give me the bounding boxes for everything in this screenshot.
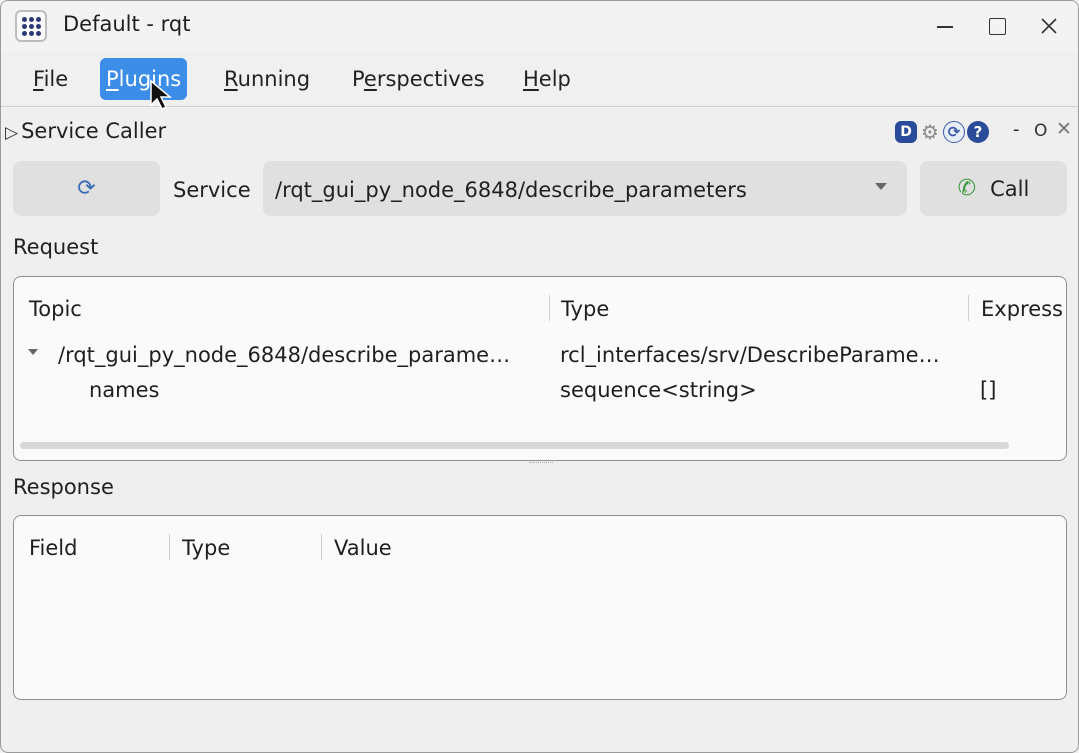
- request-field-type[interactable]: sequence<string>: [560, 378, 757, 402]
- response-tree[interactable]: Field Type Value: [13, 515, 1067, 700]
- menu-file[interactable]: File: [27, 58, 74, 100]
- refresh-icon: ⟳: [77, 176, 96, 201]
- close-icon: [1041, 18, 1057, 34]
- request-field-name[interactable]: names: [89, 378, 160, 402]
- maximize-button[interactable]: [977, 9, 1017, 43]
- column-divider[interactable]: [321, 534, 322, 560]
- menu-perspectives[interactable]: Perspectives: [346, 58, 491, 100]
- menu-running[interactable]: Running: [218, 58, 316, 100]
- column-divider[interactable]: [169, 534, 170, 560]
- close-window-button[interactable]: [1029, 9, 1069, 43]
- chevron-down-icon: [875, 183, 887, 190]
- request-field-expression[interactable]: []: [980, 378, 996, 402]
- request-label: Request: [13, 235, 99, 259]
- d-icon[interactable]: D: [895, 121, 917, 143]
- refresh-services-button[interactable]: ⟳: [13, 161, 160, 216]
- plugin-header-icons: D ⚙ ⟳ ?: [895, 119, 989, 145]
- call-button-label: Call: [990, 176, 1030, 201]
- title-bar: Default - rqt: [1, 1, 1078, 51]
- help-icon[interactable]: ?: [967, 121, 989, 143]
- minimize-button[interactable]: [925, 9, 965, 43]
- minimize-icon: [937, 26, 953, 28]
- splitter-handle[interactable]: [529, 462, 553, 465]
- mouse-cursor-icon: [150, 79, 173, 111]
- rqt-app-icon: [15, 10, 47, 42]
- rqt-window: Default - rqt File Running Perspectives …: [0, 0, 1079, 753]
- request-row-type[interactable]: rcl_interfaces/srv/DescribeParame…: [560, 343, 940, 367]
- service-combobox-value: /rqt_gui_py_node_6848/describe_parameter…: [275, 178, 747, 202]
- call-button[interactable]: ✆ Call: [920, 161, 1067, 216]
- column-header-topic[interactable]: Topic: [29, 297, 82, 321]
- plugin-title[interactable]: ▷ Service Caller: [5, 119, 166, 143]
- column-header-type[interactable]: Type: [182, 536, 230, 560]
- column-header-field[interactable]: Field: [29, 536, 77, 560]
- column-header-expression[interactable]: Express: [981, 297, 1063, 321]
- plugin-close-button[interactable]: ✕: [1056, 118, 1072, 140]
- request-tree[interactable]: Topic Type Express /rqt_gui_py_node_6848…: [13, 276, 1067, 461]
- service-combobox[interactable]: /rqt_gui_py_node_6848/describe_parameter…: [263, 161, 907, 216]
- gear-icon[interactable]: ⚙: [919, 120, 941, 144]
- column-header-value[interactable]: Value: [334, 536, 392, 560]
- window-title: Default - rqt: [63, 12, 191, 36]
- column-divider[interactable]: [968, 295, 969, 321]
- plugin-float-button[interactable]: O: [1034, 121, 1047, 141]
- response-label: Response: [13, 475, 114, 499]
- horizontal-scrollbar[interactable]: [20, 442, 1009, 449]
- refresh-icon[interactable]: ⟳: [943, 121, 965, 143]
- menu-help[interactable]: Help: [517, 58, 577, 100]
- column-divider[interactable]: [549, 295, 550, 321]
- expand-triangle-icon: ▷: [5, 123, 19, 143]
- service-label: Service: [173, 178, 251, 202]
- maximize-icon: [988, 17, 1006, 35]
- phone-icon: ✆: [957, 176, 977, 201]
- column-header-type[interactable]: Type: [561, 297, 609, 321]
- plugin-header: ▷ Service Caller D ⚙ ⟳ ? - O ✕: [1, 115, 1078, 149]
- plugin-minimize-button[interactable]: -: [1013, 119, 1020, 140]
- collapse-arrow-icon[interactable]: [28, 349, 38, 355]
- request-row-topic[interactable]: /rqt_gui_py_node_6848/describe_parame…: [58, 343, 510, 367]
